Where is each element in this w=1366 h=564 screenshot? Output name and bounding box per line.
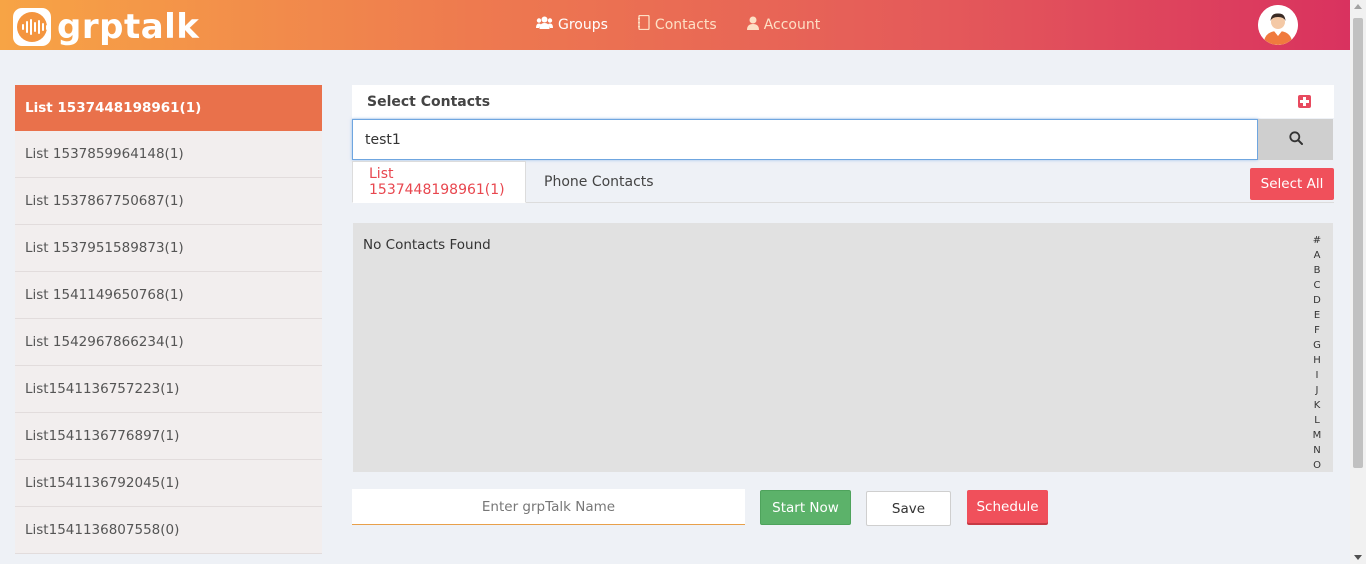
contact-lists-sidebar: List 1537448198961(1) List 1537859964148…	[15, 85, 322, 554]
sidebar-list-item[interactable]: List1541136776897(1)	[15, 413, 322, 460]
search-icon	[1288, 130, 1303, 149]
brand-name: grptalk	[57, 7, 200, 47]
alphabet-index: # A B C D E F G H I J K L M N O	[1309, 233, 1325, 473]
alpha-index-letter[interactable]: E	[1314, 308, 1320, 323]
scroll-up-arrow-icon[interactable]	[1354, 4, 1362, 9]
main-nav: Groups Contacts Account	[536, 14, 850, 34]
empty-state-message: No Contacts Found	[363, 237, 491, 253]
alpha-index-letter[interactable]: L	[1314, 413, 1320, 428]
tab-selected-list[interactable]: List 1537448198961(1)	[352, 161, 526, 203]
sidebar-list-item[interactable]: List 1541149650768(1)	[15, 272, 322, 319]
nav-groups-label: Groups	[558, 16, 608, 33]
alpha-index-letter[interactable]: N	[1313, 443, 1320, 458]
sidebar-list-item[interactable]: List 1542967866234(1)	[15, 319, 322, 366]
user-avatar[interactable]	[1258, 5, 1298, 45]
nav-account[interactable]: Account	[746, 15, 821, 34]
top-header: grptalk Groups Contacts Account	[0, 0, 1350, 50]
alpha-index-letter[interactable]: F	[1314, 323, 1320, 338]
sidebar-list-item[interactable]: List 1537951589873(1)	[15, 225, 322, 272]
alpha-index-letter[interactable]: J	[1316, 383, 1319, 398]
contact-source-tabs: List 1537448198961(1) Phone Contacts	[352, 161, 1334, 203]
sidebar-list-item[interactable]: List1541136807558(0)	[15, 507, 322, 554]
address-book-icon	[637, 14, 650, 34]
schedule-button[interactable]: Schedule	[967, 490, 1048, 523]
nav-groups[interactable]: Groups	[536, 15, 608, 34]
brand-logo[interactable]: grptalk	[13, 8, 199, 46]
add-contact-icon[interactable]	[1298, 95, 1311, 108]
sidebar-list-item[interactable]: List 1537859964148(1)	[15, 131, 322, 178]
alpha-index-letter[interactable]: I	[1316, 368, 1319, 383]
contact-search-input[interactable]	[352, 119, 1258, 160]
save-button[interactable]: Save	[866, 491, 951, 526]
page-scrollbar[interactable]	[1350, 0, 1366, 564]
nav-contacts-label: Contacts	[654, 16, 717, 33]
nav-account-label: Account	[763, 16, 821, 33]
select-contacts-header: Select Contacts	[352, 85, 1334, 118]
tab-phone-contacts[interactable]: Phone Contacts	[528, 161, 670, 203]
alpha-index-letter[interactable]: H	[1313, 353, 1321, 368]
alpha-index-letter[interactable]: A	[1314, 248, 1321, 263]
alpha-index-letter[interactable]: O	[1313, 458, 1321, 473]
search-button[interactable]	[1258, 119, 1333, 160]
sidebar-list-item[interactable]: List1541136792045(1)	[15, 460, 322, 507]
grptalk-name-input[interactable]	[352, 489, 745, 525]
sidebar-list-item[interactable]: List 1537448198961(1)	[15, 85, 322, 131]
nav-contacts[interactable]: Contacts	[637, 14, 717, 34]
alpha-index-letter[interactable]: D	[1313, 293, 1321, 308]
alpha-index-letter[interactable]: C	[1314, 278, 1321, 293]
start-now-button[interactable]: Start Now	[760, 490, 851, 525]
select-all-button[interactable]: Select All	[1250, 168, 1334, 200]
alpha-index-letter[interactable]: M	[1313, 428, 1322, 443]
user-icon	[746, 16, 759, 34]
users-icon	[536, 16, 553, 33]
scrollbar-thumb[interactable]	[1353, 18, 1363, 468]
alpha-index-letter[interactable]: G	[1313, 338, 1321, 353]
logo-icon	[13, 8, 51, 46]
sidebar-list-item[interactable]: List1541136757223(1)	[15, 366, 322, 413]
scroll-down-arrow-icon[interactable]	[1354, 555, 1362, 560]
alpha-index-letter[interactable]: #	[1313, 233, 1321, 248]
sidebar-list-item[interactable]: List 1537867750687(1)	[15, 178, 322, 225]
alpha-index-letter[interactable]: B	[1314, 263, 1321, 278]
contacts-list-area: No Contacts Found # A B C D E F G H I J …	[353, 223, 1333, 472]
alpha-index-letter[interactable]: K	[1314, 398, 1321, 413]
page-title: Select Contacts	[367, 94, 491, 110]
